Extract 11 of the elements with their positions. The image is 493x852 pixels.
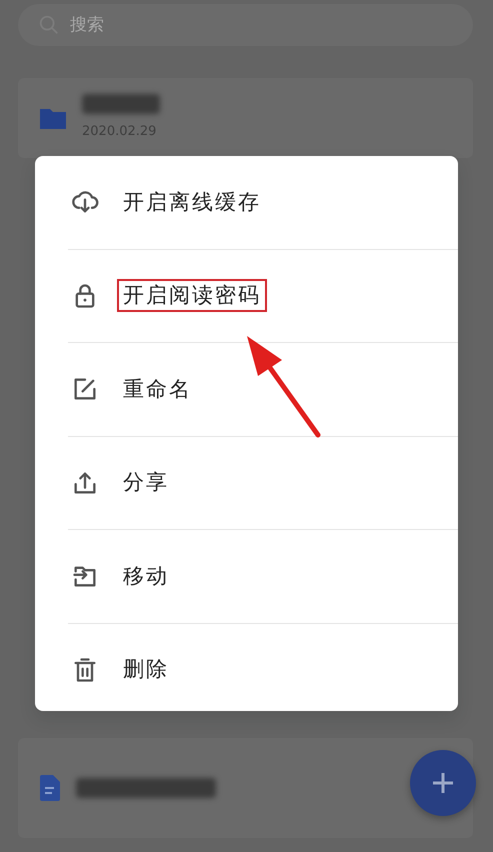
plus-icon [431, 771, 455, 795]
menu-item[interactable]: 分享 [35, 436, 458, 529]
folder-icon [40, 107, 66, 129]
menu-item[interactable]: 移动 [35, 530, 458, 622]
menu-item[interactable]: 开启阅读密码 [35, 250, 458, 342]
menu-item[interactable]: 删除 [35, 624, 458, 716]
menu-item[interactable]: 重命名 [35, 343, 458, 436]
search-field[interactable]: 搜索 [18, 4, 473, 46]
menu-item[interactable]: 开启离线缓存 [35, 156, 458, 248]
file-card[interactable] [18, 738, 473, 838]
document-icon [40, 775, 60, 801]
